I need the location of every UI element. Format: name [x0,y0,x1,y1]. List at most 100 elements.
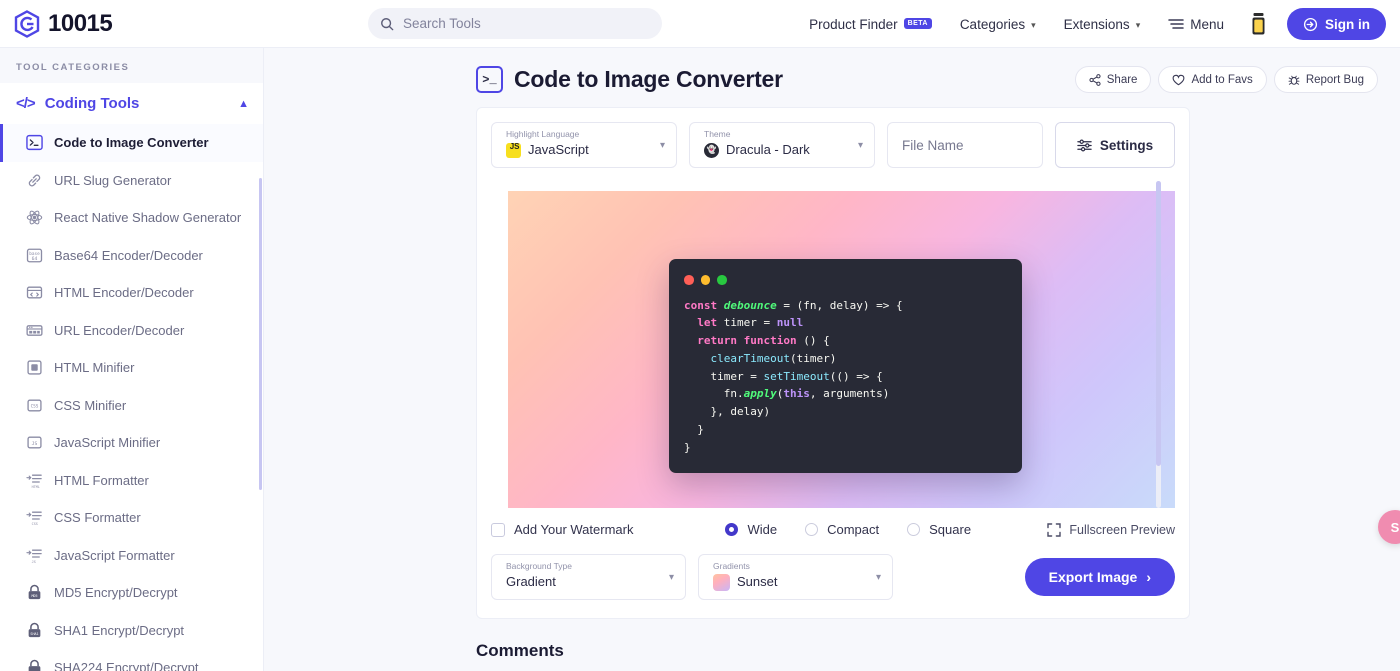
aspect-option-square[interactable]: Square [907,522,971,537]
terminal-prompt-icon: >_ [476,66,503,93]
code-brackets-icon: </> [16,95,36,112]
brand-logo[interactable]: 10015 [14,9,113,38]
svg-text:SHA1: SHA1 [30,632,38,636]
tool-card: Highlight Language JS JavaScript ▾ Theme… [476,107,1190,619]
lock-md5-icon: MD5 [28,585,41,600]
aspect-option-compact[interactable]: Compact [805,522,879,537]
sidebar-item-label: SHA1 Encrypt/Decrypt [54,622,185,638]
nav-product-finder-label: Product Finder [809,16,898,32]
code-text[interactable]: const debounce = (fn, delay) => { let ti… [669,285,1022,457]
nav-product-finder[interactable]: Product Finder BETA [795,0,946,48]
sidebar-item-url-encoder-decoder[interactable]: URL Encoder/Decoder [0,312,263,350]
sidebar-item-label: JavaScript Minifier [54,435,161,451]
sidebar-section-label: TOOL CATEGORIES [16,62,130,73]
sliders-icon [1077,139,1092,151]
sign-in-label: Sign in [1325,16,1370,32]
theme-value-wrap: 👻 Dracula - Dark [704,140,846,160]
sidebar-item-md5-encrypt-decrypt[interactable]: MD5 MD5 Encrypt/Decrypt [0,574,263,612]
sidebar-item-label: JavaScript Formatter [54,547,175,563]
watermark-checkbox[interactable] [491,522,505,537]
export-image-button[interactable]: Export Image › [1024,558,1175,596]
search-icon [381,17,394,30]
dracula-avatar-icon: 👻 [704,142,719,158]
search-input[interactable] [403,16,643,31]
highlight-language-select[interactable]: Highlight Language JS JavaScript ▾ [491,122,677,168]
svg-text:HTML: HTML [32,485,40,489]
gradient-swatch-icon [713,573,730,591]
aspect-option-wide[interactable]: Wide [725,522,777,537]
theme-select[interactable]: Theme 👻 Dracula - Dark ▾ [689,122,875,168]
sidebar-category-coding-tools[interactable]: </> Coding Tools ▲ [0,83,263,124]
radio-compact-icon[interactable] [805,523,819,536]
css-minify-icon: CSS [27,399,42,412]
nav-menu[interactable]: Menu [1154,0,1238,48]
nav-menu-label: Menu [1190,16,1224,32]
sidebar-item-sha1-encrypt-decrypt[interactable]: SHA1 SHA1 Encrypt/Decrypt [0,612,263,650]
sidebar-item-code-to-image-converter[interactable]: Code to Image Converter [0,124,263,162]
sidebar-item-react-native-shadow-generator[interactable]: React Native Shadow Generator [0,199,263,237]
sidebar-category-title: Coding Tools [44,95,140,112]
sidebar-item-label: HTML Encoder/Decoder [54,285,194,301]
link-icon [28,174,41,187]
sidebar-scrollbar[interactable] [259,178,262,490]
options-row: Add Your Watermark Wide Compact Square F… [477,508,1189,537]
preview-scrollbar[interactable] [1156,181,1161,508]
header-nav: Product Finder BETA Categories ▾ Extensi… [795,0,1386,48]
sidebar-item-css-formatter[interactable]: CSS CSS Formatter [0,499,263,537]
sidebar-item-javascript-formatter[interactable]: JS JavaScript Formatter [0,537,263,575]
radio-wide-icon[interactable] [725,523,739,536]
share-button[interactable]: Share [1074,66,1152,93]
sidebar-item-html-formatter[interactable]: HTML HTML Formatter [0,462,263,500]
settings-button[interactable]: Settings [1055,122,1175,168]
svg-text:CSS: CSS [31,403,39,409]
hexagon-logo-icon [14,9,40,38]
gradient-label: Gradients [713,561,750,571]
buy-coffee-button[interactable] [1238,0,1279,48]
floating-support-button[interactable]: S [1378,510,1400,544]
aspect-wide-label: Wide [747,522,778,537]
gradient-canvas: const debounce = (fn, delay) => { let ti… [508,191,1175,508]
chevron-right-icon: › [1146,569,1151,585]
sidebar-item-javascript-minifier[interactable]: JS JavaScript Minifier [0,424,263,462]
nav-extensions[interactable]: Extensions ▾ [1050,0,1155,48]
nav-extensions-label: Extensions [1063,16,1130,32]
sidebar-item-base64-encoder-decoder[interactable]: base 64 Base64 Encoder/Decoder [0,237,263,275]
terminal-icon [26,135,43,151]
sidebar-item-label: Base64 Encoder/Decoder [54,247,203,263]
controls-row: Highlight Language JS JavaScript ▾ Theme… [477,122,1189,168]
chevron-up-icon[interactable]: ▲ [238,98,249,110]
lock-sha224-icon [28,660,41,671]
page-header: >_ Code to Image Converter Share Add to … [264,48,1400,93]
html-minify-icon [27,360,42,375]
highlight-language-value: JavaScript [528,142,589,157]
sign-in-button[interactable]: Sign in [1287,8,1386,40]
sidebar-item-css-minifier[interactable]: CSS CSS Minifier [0,387,263,425]
gradient-select[interactable]: Gradients Sunset ▾ [698,554,893,600]
window-dots [669,271,1022,285]
sidebar-item-label: CSS Minifier [54,397,127,413]
coffee-cup-icon [1252,13,1265,35]
radio-square-icon[interactable] [907,523,921,536]
js-format-icon: JS [26,549,42,564]
image-preview[interactable]: const debounce = (fn, delay) => { let ti… [491,181,1175,508]
chevron-down-icon: ▾ [1031,19,1036,30]
svg-text:JS: JS [32,560,36,564]
js-minify-icon: JS [27,436,42,449]
nav-categories[interactable]: Categories ▾ [946,0,1050,48]
report-bug-button[interactable]: Report Bug [1273,66,1378,93]
export-image-label: Export Image [1048,569,1138,585]
background-type-select[interactable]: Background Type Gradient ▾ [491,554,686,600]
sidebar-item-html-encoder-decoder[interactable]: HTML Encoder/Decoder [0,274,263,312]
sidebar-item-sha224-encrypt-decrypt[interactable]: SHA224 Encrypt/Decrypt [0,649,263,671]
sidebar-item-url-slug-generator[interactable]: URL Slug Generator [0,162,263,200]
file-name-field[interactable] [887,122,1043,168]
menu-lines-icon [1168,19,1184,29]
chevron-down-icon: ▾ [1135,19,1141,30]
sidebar-category-panel: </> Coding Tools ▲ Code to Image Convert… [0,83,263,671]
search-box[interactable] [368,8,662,39]
file-name-input[interactable] [902,137,1014,153]
sidebar-item-html-minifier[interactable]: HTML Minifier [0,349,263,387]
add-to-favs-button[interactable]: Add to Favs [1158,66,1267,93]
share-label: Share [1106,73,1138,86]
fullscreen-preview-button[interactable]: Fullscreen Preview [1047,523,1175,537]
